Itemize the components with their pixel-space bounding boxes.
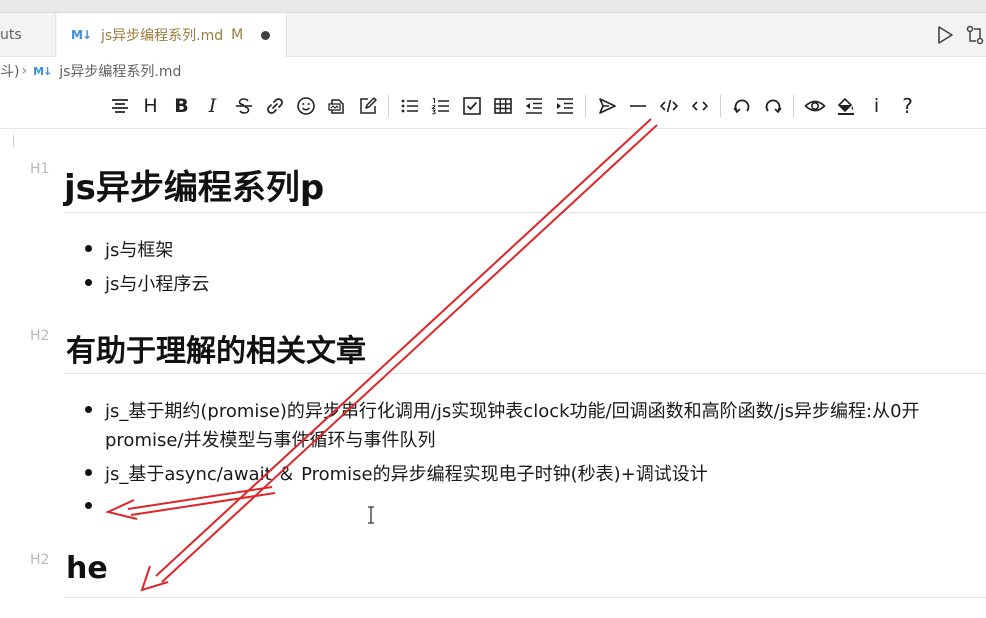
- image-button[interactable]: [321, 92, 352, 120]
- strikethrough-icon: [235, 98, 252, 114]
- h2-marker: H2: [30, 552, 50, 568]
- outdent-button[interactable]: [518, 92, 549, 120]
- run-button[interactable]: [934, 24, 956, 46]
- horizontal-rule-icon: [629, 105, 646, 107]
- code-block-button[interactable]: [653, 92, 684, 120]
- help-button[interactable]: ?: [892, 92, 923, 120]
- heading-button[interactable]: H: [135, 92, 166, 120]
- list-item-continuation[interactable]: promise/并发模型与事件循环与事件队列: [105, 426, 436, 452]
- bold-button[interactable]: B: [166, 92, 197, 120]
- markdown-toolbar: H B I i ?: [104, 92, 923, 120]
- markdown-icon: M↓: [71, 28, 92, 42]
- breadcrumb-file[interactable]: js异步编程系列.md: [59, 61, 181, 81]
- tab-bar: uts M↓ js异步编程系列.md M: [0, 13, 986, 57]
- list-item[interactable]: js_基于期约(promise)的异步串行化调用/js实现钟表clock功能/回…: [105, 397, 920, 423]
- heading-rule: [64, 373, 986, 374]
- arrow-to-empty-item: [104, 486, 276, 520]
- help-icon: ?: [902, 94, 913, 118]
- numbered-list-icon: [430, 97, 449, 115]
- toolbar-divider: [720, 95, 721, 117]
- tab-title: js异步编程系列.md: [101, 28, 224, 44]
- eye-icon: [803, 100, 826, 112]
- list-bullet: [85, 279, 92, 286]
- align-button[interactable]: [104, 92, 135, 120]
- preview-button[interactable]: [799, 92, 830, 120]
- indent-icon: [556, 98, 573, 114]
- toolbar-divider: [388, 95, 389, 117]
- edit-button[interactable]: [352, 92, 383, 120]
- list-item[interactable]: js与小程序云: [105, 270, 209, 296]
- list-bullet: [85, 469, 92, 476]
- link-icon: [266, 98, 283, 114]
- git-compare-icon: [966, 25, 984, 45]
- table-button[interactable]: [487, 92, 518, 120]
- list-bullet: [85, 502, 92, 509]
- redo-button[interactable]: [757, 92, 788, 120]
- link-button[interactable]: [259, 92, 290, 120]
- breadcrumb: 斗) › M↓ js异步编程系列.md: [0, 58, 181, 84]
- text-cursor-icon: [368, 506, 374, 524]
- heading-rule: [64, 212, 986, 213]
- paint-bucket-icon: [837, 97, 854, 115]
- breadcrumb-parent[interactable]: 斗): [0, 61, 19, 81]
- tab-previous[interactable]: uts: [0, 13, 56, 57]
- h2-marker: H2: [30, 328, 50, 344]
- undo-button[interactable]: [726, 92, 757, 120]
- checkbox-icon: [462, 97, 481, 115]
- source-control-button[interactable]: [964, 24, 986, 46]
- info-button[interactable]: i: [861, 92, 892, 120]
- list-bullet: [85, 406, 92, 413]
- gutter-marker: [13, 135, 14, 147]
- title-bar: [0, 0, 986, 13]
- editor-top-border: [0, 128, 986, 129]
- tab-previous-label: uts: [0, 27, 22, 43]
- theme-button[interactable]: [830, 92, 861, 120]
- tab-active-file[interactable]: M↓ js异步编程系列.md M: [57, 13, 287, 57]
- redo-icon: [765, 99, 782, 114]
- smiley-icon: [296, 97, 315, 115]
- send-button[interactable]: [591, 92, 622, 120]
- heading-2[interactable]: he: [66, 551, 108, 586]
- code-block-icon: [659, 99, 678, 113]
- outdent-icon: [525, 98, 542, 114]
- bullet-list-button[interactable]: [394, 92, 425, 120]
- breadcrumb-separator: ›: [21, 63, 28, 79]
- list-item[interactable]: js_基于async/await ＆ Promise的异步编程实现电子时钟(秒表…: [105, 460, 708, 486]
- emoji-button[interactable]: [290, 92, 321, 120]
- info-icon: i: [873, 95, 880, 117]
- heading-icon: H: [143, 95, 158, 117]
- heading-rule: [64, 597, 986, 598]
- list-item[interactable]: js与框架: [105, 236, 173, 262]
- inline-code-button[interactable]: [684, 92, 715, 120]
- unsaved-dot-icon[interactable]: [261, 30, 271, 40]
- numbered-list-button[interactable]: [425, 92, 456, 120]
- list-bullet: [85, 245, 92, 252]
- horizontal-rule-button[interactable]: [622, 92, 653, 120]
- inline-code-icon: [691, 101, 708, 111]
- strikethrough-button[interactable]: [228, 92, 259, 120]
- send-arrow-icon: [598, 98, 616, 114]
- h1-marker: H1: [30, 161, 50, 177]
- toolbar-divider: [585, 95, 586, 117]
- bold-icon: B: [174, 95, 189, 117]
- heading-2[interactable]: 有助于理解的相关文章: [66, 326, 366, 370]
- markdown-icon: M↓: [33, 64, 52, 78]
- undo-icon: [732, 99, 749, 114]
- bullet-list-icon: [401, 99, 418, 113]
- align-center-icon: [111, 99, 128, 113]
- indent-button[interactable]: [549, 92, 580, 120]
- toolbar-divider: [793, 95, 794, 117]
- task-list-button[interactable]: [456, 92, 487, 120]
- italic-button[interactable]: I: [197, 92, 228, 120]
- table-icon: [493, 98, 512, 114]
- edit-pencil-icon: [359, 97, 377, 114]
- modified-badge: M: [231, 27, 244, 43]
- heading-1[interactable]: js异步编程系列p: [64, 160, 324, 209]
- image-file-icon: [327, 99, 344, 114]
- italic-icon: I: [208, 95, 217, 117]
- play-icon: [938, 26, 953, 44]
